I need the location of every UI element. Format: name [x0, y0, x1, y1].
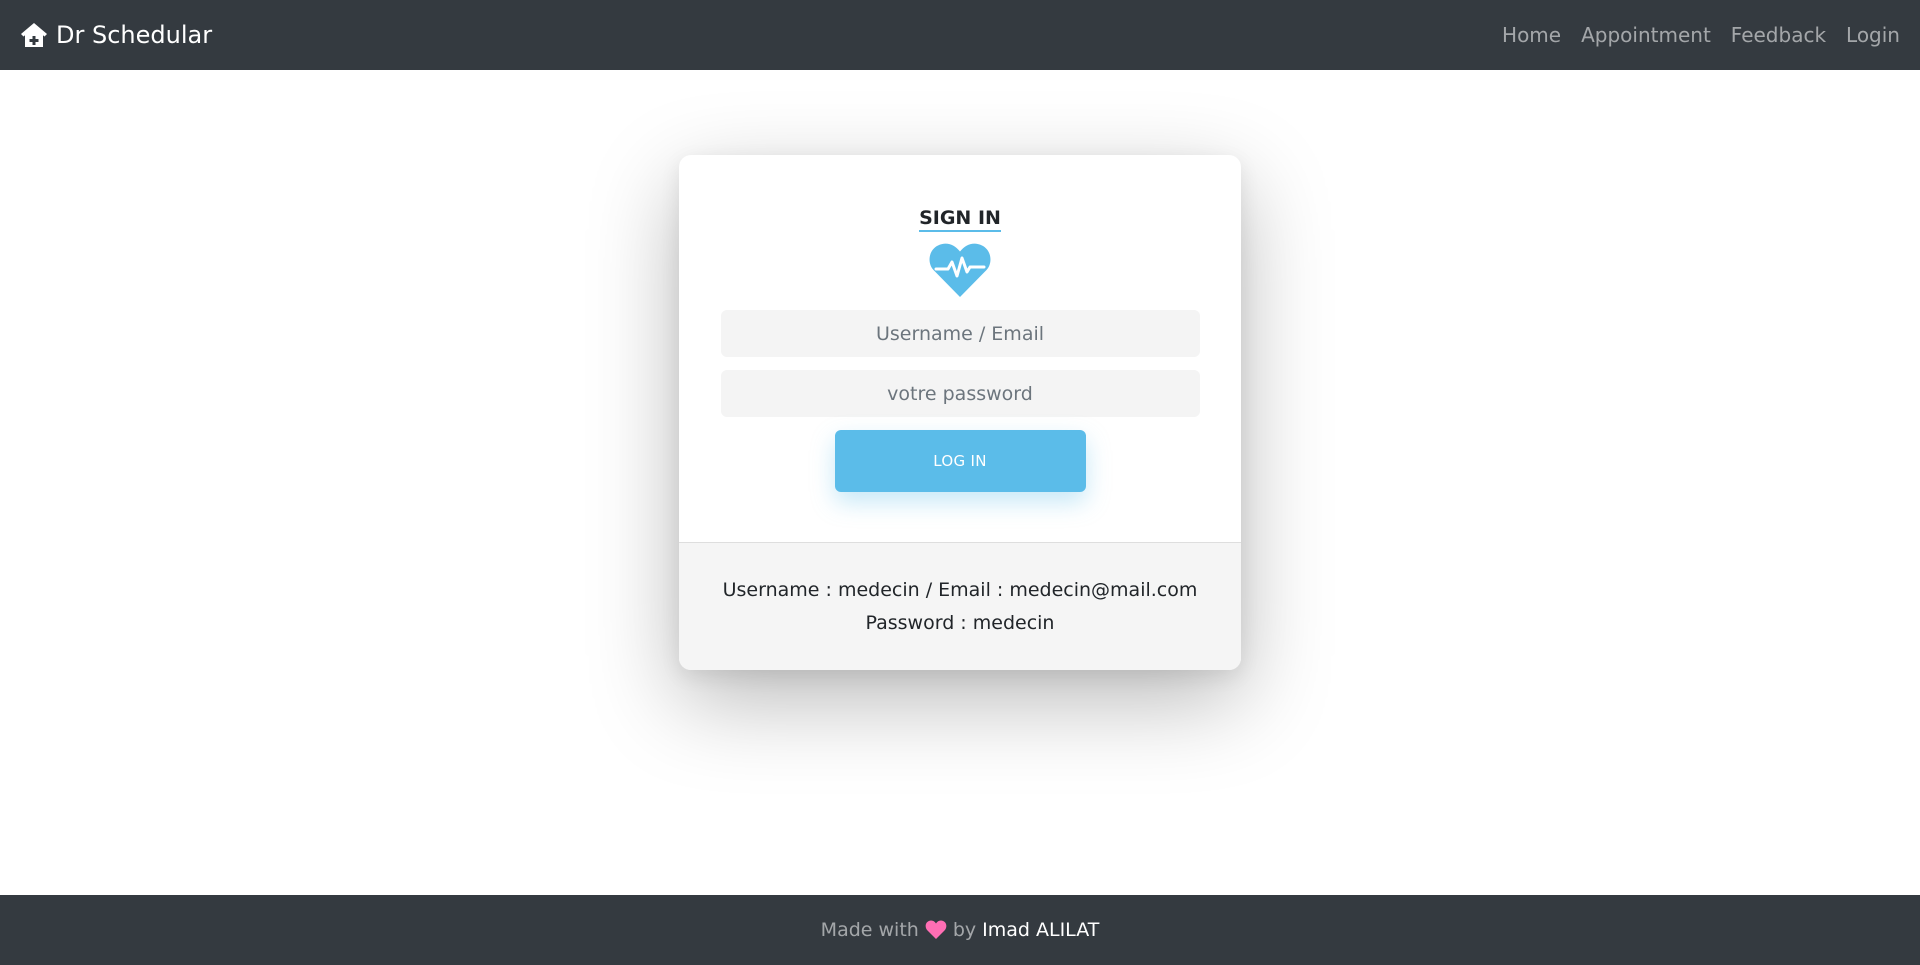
sign-in-title: SIGN IN [919, 207, 1001, 232]
nav-link-appointment[interactable]: Appointment [1581, 23, 1711, 47]
log-in-button[interactable]: LOG IN [834, 430, 1086, 492]
credentials-hint-password: Password : medecin [865, 611, 1055, 634]
heartbeat-icon [929, 242, 991, 298]
nav-link-home[interactable]: Home [1502, 23, 1561, 47]
password-input[interactable] [720, 370, 1200, 417]
nav-link-feedback[interactable]: Feedback [1731, 23, 1826, 47]
home-medical-icon [20, 21, 48, 49]
login-form: SIGN IN LOG IN [679, 155, 1241, 542]
page-footer: Made with by Imad ALILAT [0, 895, 1920, 965]
brand-name: Dr Schedular [56, 21, 213, 49]
credentials-hint-username: Username : medecin / Email : medecin@mai… [722, 578, 1198, 601]
heart-icon [925, 920, 947, 940]
nav-links: Home Appointment Feedback Login [1482, 23, 1900, 47]
navbar: Dr Schedular Home Appointment Feedback L… [0, 0, 1920, 70]
nav-link-login[interactable]: Login [1846, 23, 1900, 47]
footer-author-link[interactable]: Imad ALILAT [982, 919, 1099, 941]
login-card: SIGN IN LOG IN Username : medecin / Emai… [679, 155, 1241, 670]
username-email-input[interactable] [720, 310, 1200, 357]
footer-by: by [952, 919, 977, 941]
brand-link[interactable]: Dr Schedular [20, 21, 212, 49]
credentials-hint: Username : medecin / Email : medecin@mai… [679, 542, 1241, 670]
footer-made-with: Made with [820, 919, 919, 941]
